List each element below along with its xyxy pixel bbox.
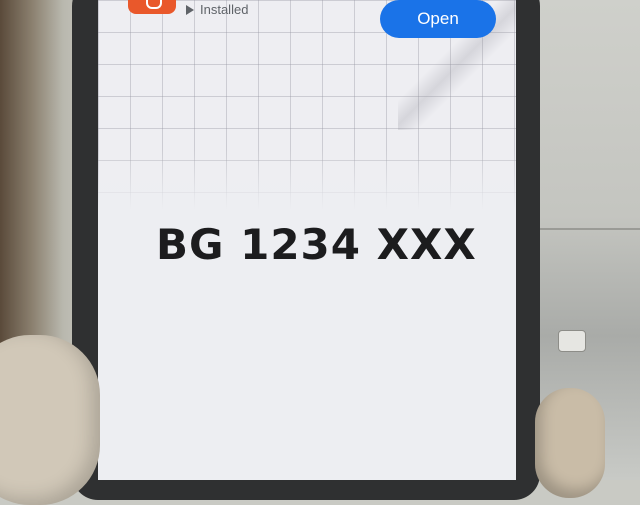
phone-screen: Installed Open BG 1234 XXX — [98, 0, 516, 480]
app-logo-mark — [146, 0, 162, 9]
wall-seam — [525, 228, 640, 230]
app-install-banner: Installed Open — [98, 0, 516, 38]
grid-fade — [98, 150, 516, 210]
finger-right — [535, 388, 605, 498]
play-store-icon — [186, 4, 194, 15]
installed-label: Installed — [200, 2, 249, 17]
license-plate-text: BG 1234 XXX — [156, 220, 477, 269]
open-button[interactable]: Open — [380, 0, 496, 38]
wall-clip — [558, 330, 586, 352]
app-logo-icon[interactable] — [128, 0, 176, 14]
install-status: Installed — [186, 2, 248, 17]
